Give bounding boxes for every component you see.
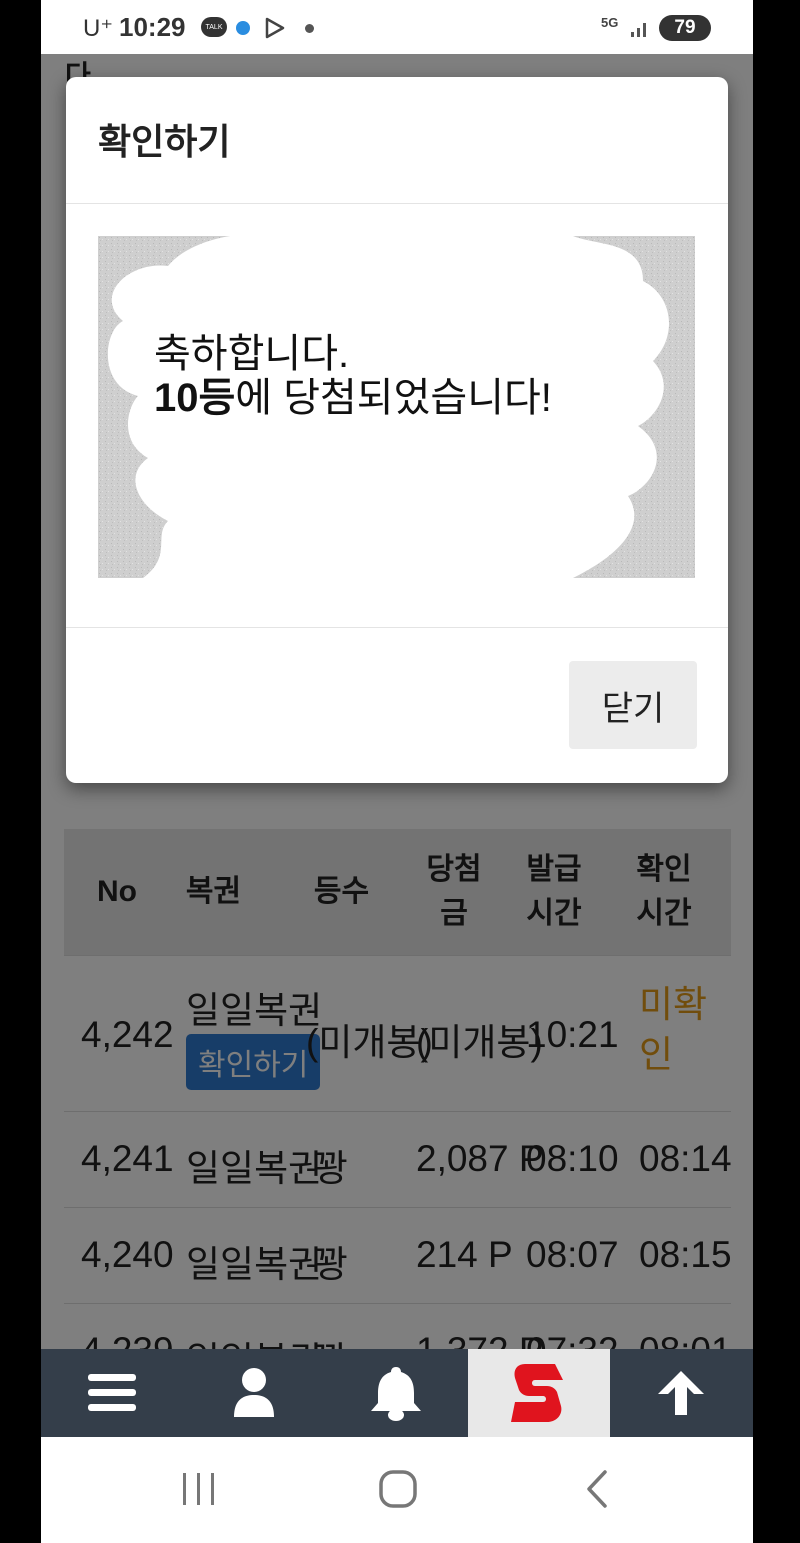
battery-indicator: 79 <box>659 15 711 41</box>
status-bar: U⁺ 10:29 TALK 5G 79 <box>41 0 753 54</box>
hamburger-menu-icon <box>88 1374 136 1411</box>
profile-button[interactable] <box>183 1349 325 1437</box>
dialog-body: 축하합니다. 10등에 당첨되었습니다! <box>66 204 728 628</box>
recent-apps-button[interactable] <box>169 1467 229 1511</box>
system-navigation-bar <box>41 1437 753 1543</box>
result-line: 10등에 당첨되었습니다! <box>154 376 634 420</box>
more-notifications-dot <box>305 24 314 33</box>
play-store-icon <box>265 17 285 39</box>
user-icon <box>234 1368 274 1417</box>
close-button[interactable]: 닫기 <box>569 661 697 749</box>
back-button[interactable] <box>568 1467 628 1511</box>
result-dialog: 확인하기 축하합니다. 10등에 당첨되었습니다! 닫기 <box>66 77 728 783</box>
home-icon <box>379 1470 417 1508</box>
notifications-button[interactable] <box>325 1349 467 1437</box>
lottery-app-button[interactable] <box>468 1349 610 1437</box>
kakaotalk-icon: TALK <box>201 17 227 37</box>
bottom-app-bar <box>41 1349 753 1437</box>
bell-icon <box>371 1367 421 1421</box>
signal-icon <box>631 23 646 37</box>
back-icon <box>587 1470 607 1508</box>
carrier-label: U⁺ <box>83 15 113 42</box>
recent-apps-icon <box>183 1473 214 1505</box>
talk-badge-label: TALK <box>205 23 223 31</box>
menu-button[interactable] <box>41 1349 183 1437</box>
arrow-up-icon <box>658 1371 704 1415</box>
home-button[interactable] <box>368 1467 428 1511</box>
dialog-header: 확인하기 <box>66 77 728 204</box>
prize-rank: 10등 <box>154 376 236 420</box>
congrats-line: 축하합니다. <box>154 332 350 376</box>
battery-level: 79 <box>674 17 696 38</box>
network-type-label: 5G <box>601 15 619 30</box>
app-notification-icon <box>236 21 250 35</box>
result-text: 에 당첨되었습니다! <box>235 376 552 420</box>
network-type-icon: 5G <box>601 15 618 30</box>
clock: 10:29 <box>119 12 186 42</box>
phone-screen: U⁺ 10:29 TALK 5G 79 다 No 복권 등수 <box>41 0 753 1543</box>
dialog-title: 확인하기 <box>98 122 231 163</box>
scroll-to-top-button[interactable] <box>610 1349 752 1437</box>
brand-s-logo-icon <box>511 1364 563 1422</box>
prize-message: 축하합니다. 10등에 당첨되었습니다! <box>154 332 634 420</box>
